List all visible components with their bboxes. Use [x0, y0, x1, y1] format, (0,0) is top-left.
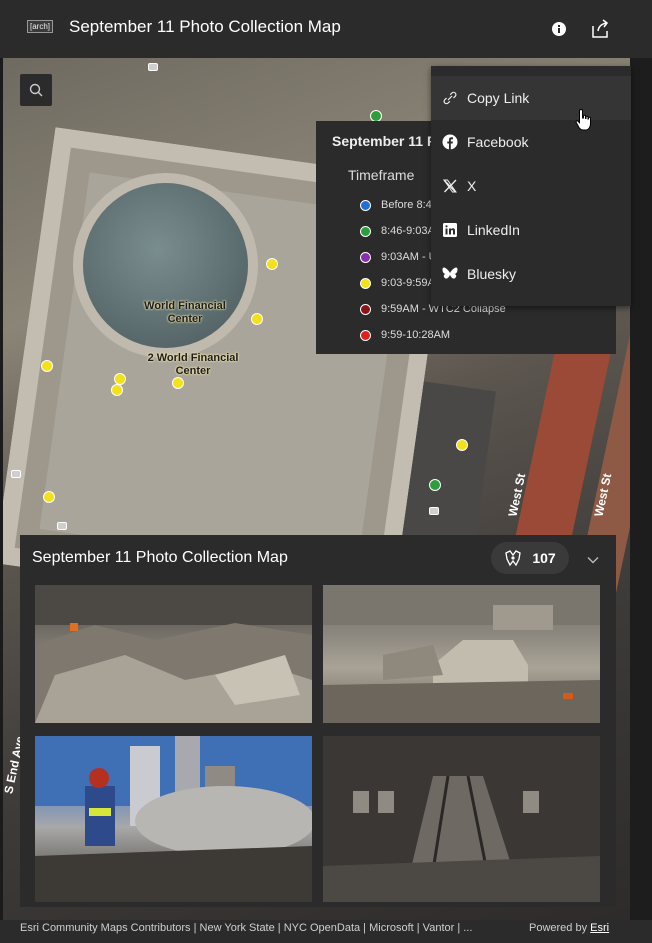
legend-subtitle: Timeframe [348, 167, 415, 183]
map-pin[interactable] [266, 258, 278, 270]
camera-group-icon [505, 550, 522, 567]
map-label-2wfc: 2 World Financial Center [147, 352, 239, 377]
app-header: [arch] September 11 Photo Collection Map [0, 0, 652, 58]
app-logo: [arch] [27, 20, 54, 33]
share-button[interactable] [586, 15, 614, 43]
powered-by-label: Powered by [529, 922, 588, 934]
legend-swatch [360, 303, 371, 315]
share-facebook[interactable]: Facebook [431, 120, 631, 164]
share-copy-link[interactable]: Copy Link [431, 76, 631, 120]
photo-thumbnail[interactable] [323, 585, 600, 723]
esri-link[interactable]: Esri [590, 922, 609, 934]
panel-title: September 11 Photo Collection Map [32, 549, 288, 566]
photo-count: 107 [532, 550, 556, 566]
share-item-label: Facebook [467, 134, 529, 150]
map-pin[interactable] [251, 313, 263, 325]
x-icon [439, 175, 461, 197]
photo-thumbnail[interactable] [35, 736, 312, 902]
powered-by: Powered by Esri [529, 922, 609, 934]
link-icon [439, 87, 461, 109]
linkedin-icon [439, 219, 461, 241]
hand-cursor-icon [575, 108, 591, 131]
photo-content [323, 585, 600, 723]
attribution-text: Esri Community Maps Contributors | New Y… [20, 922, 473, 934]
share-bluesky[interactable]: Bluesky [431, 252, 631, 296]
map-pin[interactable] [11, 470, 21, 478]
map-pin[interactable] [456, 439, 468, 451]
map-pin[interactable] [148, 63, 158, 71]
legend-swatch [360, 329, 371, 341]
share-linkedin[interactable]: LinkedIn [431, 208, 631, 252]
map-pin[interactable] [57, 522, 67, 530]
photo-content [323, 736, 600, 902]
bluesky-icon [439, 263, 461, 285]
window-edge [630, 58, 652, 920]
legend-swatch [360, 199, 371, 211]
info-button[interactable] [545, 15, 573, 43]
collapse-button[interactable] [587, 551, 599, 569]
share-item-label: X [467, 178, 477, 194]
share-item-label: LinkedIn [467, 222, 520, 238]
photo-thumbnail[interactable] [323, 736, 600, 902]
legend-swatch [360, 277, 371, 289]
map-pin[interactable] [43, 491, 55, 503]
facebook-icon [439, 131, 461, 153]
app-title: September 11 Photo Collection Map [69, 17, 341, 36]
legend-item: 9:59-10:28AM [360, 327, 450, 343]
photo-content [35, 585, 312, 723]
map-label-wfc: World Financial Center [144, 300, 226, 325]
map-pin[interactable] [111, 384, 123, 396]
legend-swatch [360, 251, 371, 263]
photo-count-badge[interactable]: 107 [491, 542, 569, 574]
share-menu: Copy Link Facebook X LinkedIn Bluesky [431, 66, 631, 306]
legend-swatch [360, 225, 371, 237]
map-pin[interactable] [429, 479, 441, 491]
map-pin[interactable] [429, 507, 439, 515]
photo-thumbnail[interactable] [35, 585, 312, 723]
photo-content [35, 736, 312, 902]
map-pin[interactable] [172, 377, 184, 389]
chevron-down-icon [587, 557, 599, 564]
share-icon [592, 19, 609, 38]
info-icon [552, 22, 566, 36]
map-pin[interactable] [41, 360, 53, 372]
search-icon [29, 83, 43, 97]
share-item-label: Bluesky [467, 266, 517, 282]
map-search-button[interactable] [20, 74, 52, 106]
share-item-label: Copy Link [467, 90, 530, 106]
legend-item-label: 9:59-10:28AM [381, 329, 451, 341]
share-x[interactable]: X [431, 164, 631, 208]
photo-panel: September 11 Photo Collection Map 107 [20, 535, 616, 907]
attribution-bar: Esri Community Maps Contributors | New Y… [0, 920, 652, 943]
